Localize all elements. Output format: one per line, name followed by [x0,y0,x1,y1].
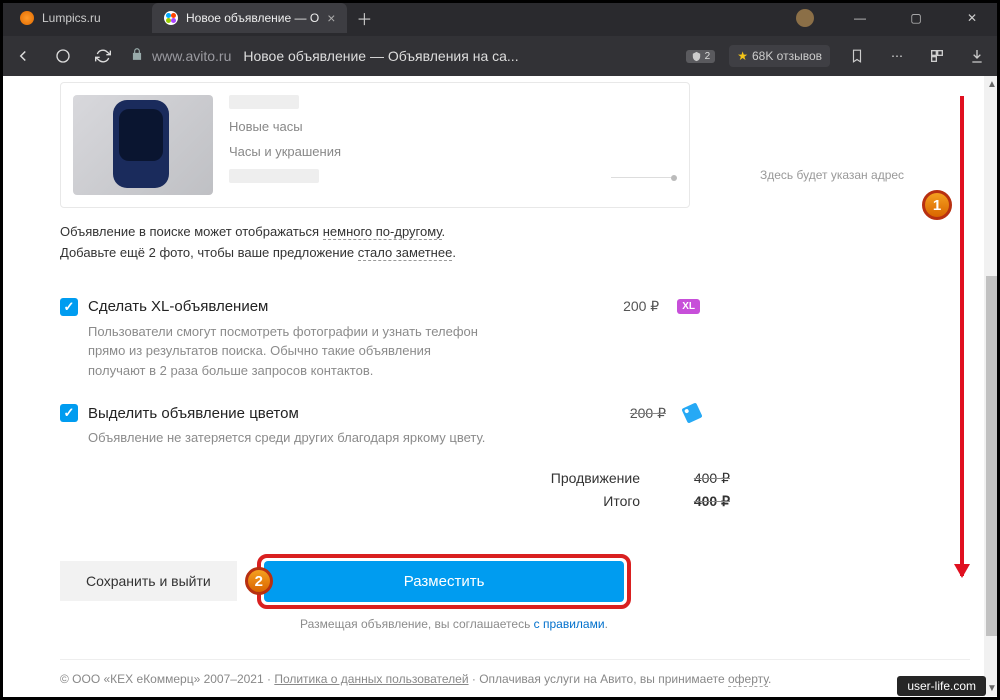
new-tab-button[interactable]: ＋ [351,5,377,31]
option-color-price: 200 ₽ [630,405,666,422]
annotation-badge-2: 2 [245,567,273,595]
close-icon[interactable]: × [327,10,335,26]
lock-icon [130,47,144,66]
url-host: www.avito.ru [152,48,231,64]
shield-badge[interactable]: 2 [686,50,716,63]
extensions-icon[interactable] [924,43,950,69]
browser-toolbar: www.avito.ru Новое объявление — Объявлен… [0,36,1000,76]
annotation-arrow [960,96,964,576]
browser-titlebar: Lumpics.ru Новое объявление — О × ＋ — ▢ … [0,0,1000,36]
terms-link[interactable]: с правилами [534,617,605,631]
scrollbar-thumb[interactable] [986,276,998,636]
totals: Продвижение 400 ₽ Итого 400 ₽ [60,470,970,510]
save-exit-button[interactable]: Сохранить и выйти [60,561,237,601]
reload-button[interactable] [90,43,116,69]
preview-category: Часы и украшения [229,144,341,159]
option-xl-title: Сделать XL-объявлением [88,298,613,315]
downloads-icon[interactable] [964,43,990,69]
avatar[interactable] [796,9,814,27]
submit-highlight: 2 Разместить [257,554,632,609]
checkbox-xl[interactable]: ✓ [60,298,78,316]
option-xl-desc: Пользователи смогут посмотреть фотографи… [88,322,488,381]
scroll-up-icon[interactable]: ▲ [984,76,1000,92]
hint-link-different[interactable]: немного по-другому [323,224,442,240]
checkbox-color[interactable]: ✓ [60,404,78,422]
page-footer: © ООО «КЕХ еКоммерц» 2007–2021 · Политик… [60,659,970,686]
preview-title: Новые часы [229,119,341,134]
xl-badge-icon: XL [677,299,700,314]
scroll-down-icon[interactable]: ▼ [984,680,1000,696]
promo-value: 400 ₽ [670,470,730,487]
minimize-button[interactable]: — [840,3,880,33]
option-xl-price: 200 ₽ [623,298,659,315]
address-bar[interactable]: www.avito.ru Новое объявление — Объявлен… [130,47,519,66]
star-icon: ★ [737,49,748,63]
close-window-button[interactable]: ✕ [952,3,992,33]
back-button[interactable] [10,43,36,69]
total-value: 400 ₽ [670,493,730,510]
price-tag-icon [681,402,702,423]
action-buttons: Сохранить и выйти 2 Разместить [60,554,970,609]
favicon-lumpics [20,11,34,25]
total-label: Итого [520,493,640,510]
option-color-desc: Объявление не затеряется среди других бл… [88,428,488,448]
tab-label: Lumpics.ru [42,11,101,25]
listing-hints: Объявление в поиске может отображаться н… [60,222,970,264]
footer-policy-link[interactable]: Политика о данных пользователей [274,672,468,686]
scrollbar[interactable]: ▲ ▼ [984,76,1000,696]
option-xl: ✓ Сделать XL-объявлением 200 ₽ XL Пользо… [60,298,700,381]
watermark: user-life.com [897,676,986,696]
preview-image [73,95,213,195]
maximize-button[interactable]: ▢ [896,3,936,33]
tab-label: Новое объявление — О [186,11,319,25]
annotation-badge-1: 1 [922,190,952,220]
listing-preview-card: Новые часы Часы и украшения [60,82,690,208]
option-color-title: Выделить объявление цветом [88,405,620,422]
bookmark-icon[interactable] [844,43,870,69]
url-title: Новое объявление — Объявления на са... [243,48,518,64]
page-content: Новые часы Часы и украшения Здесь будет … [0,76,1000,696]
menu-dots-icon[interactable]: ⋯ [884,43,910,69]
option-color: ✓ Выделить объявление цветом 200 ₽ Объяв… [60,404,700,448]
address-hint: Здесь будет указан адрес [760,168,904,182]
terms-text: Размещая объявление, вы соглашаетесь с п… [300,617,970,631]
hint-link-noticeable[interactable]: стало заметнее [358,245,453,261]
reviews-button[interactable]: ★ 68K отзывов [729,45,830,67]
yandex-icon[interactable] [50,43,76,69]
submit-button[interactable]: Разместить [264,561,625,602]
favicon-avito [164,11,178,25]
footer-offer-link[interactable]: оферту [728,672,768,687]
promo-label: Продвижение [520,470,640,487]
tab-lumpics[interactable]: Lumpics.ru [8,3,148,33]
tab-avito[interactable]: Новое объявление — О × [152,3,347,33]
